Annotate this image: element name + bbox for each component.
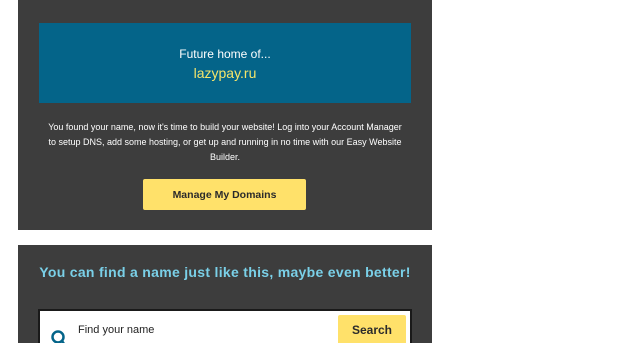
search-icon — [50, 329, 68, 343]
search-button[interactable]: Search — [338, 315, 406, 343]
parked-description: You found your name, now it's time to bu… — [48, 122, 402, 162]
search-headline: You can find a name just like this, mayb… — [39, 264, 411, 280]
banner-lead-text: Future home of... — [179, 47, 271, 61]
search-input[interactable] — [78, 321, 328, 339]
domain-banner: Future home of... lazypay.ru — [39, 23, 411, 103]
domain-search-panel: You can find a name just like this, mayb… — [18, 245, 432, 343]
manage-domains-button[interactable]: Manage My Domains — [143, 179, 306, 210]
domain-name: lazypay.ru — [193, 65, 257, 81]
parked-domain-panel: Future home of... lazypay.ru You found y… — [18, 0, 432, 230]
search-box: Search — [38, 309, 412, 343]
